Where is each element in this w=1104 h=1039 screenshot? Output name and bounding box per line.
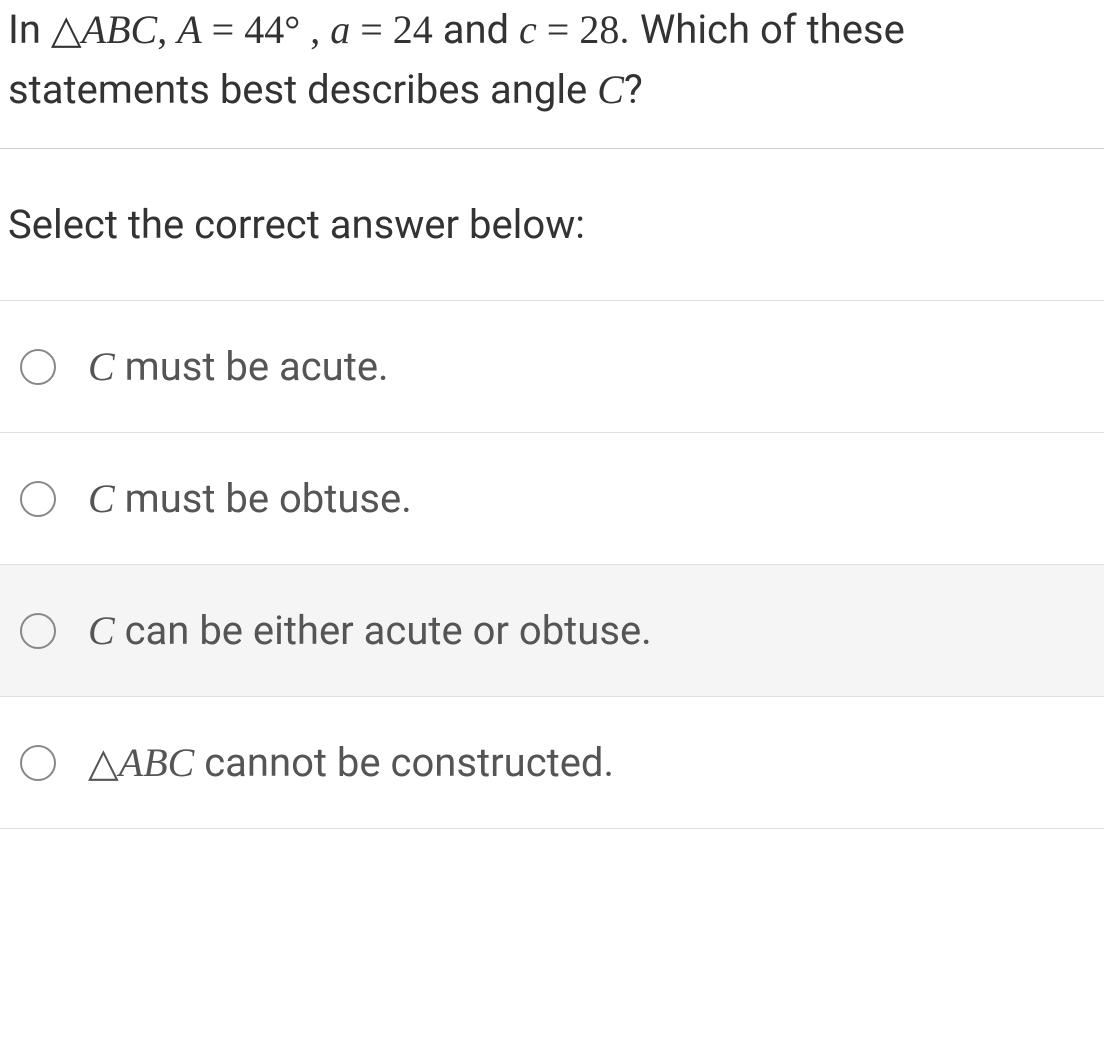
question-section: In △ABC, A = 44° , a = 24 and c = 28. Wh… xyxy=(0,0,1104,149)
radio-icon xyxy=(20,613,56,649)
answer-label: can be either acute or obtuse. xyxy=(115,607,652,654)
answer-text: C can be either acute or obtuse. xyxy=(88,607,652,654)
radio-icon xyxy=(20,745,56,781)
answer-label: must be acute. xyxy=(115,343,389,390)
answer-text: △ABC cannot be constructed. xyxy=(88,739,614,786)
val-A: 44° xyxy=(244,7,300,52)
and: and xyxy=(433,6,519,53)
answer-option-2[interactable]: C must be obtuse. xyxy=(0,433,1104,565)
sep2: , xyxy=(300,7,330,52)
answer-label: cannot be constructed. xyxy=(194,739,614,786)
answer-var: C xyxy=(88,344,115,389)
answer-option-3[interactable]: C can be either acute or obtuse. xyxy=(0,565,1104,697)
eq2: = xyxy=(350,7,393,52)
eq3: = xyxy=(537,7,580,52)
prompt-section: Select the correct answer below: xyxy=(0,149,1104,301)
var-A: A xyxy=(177,7,201,52)
answer-text: C must be obtuse. xyxy=(88,475,412,522)
triangle-symbol: △ xyxy=(88,740,119,785)
prompt-text: Select the correct answer below: xyxy=(8,201,1096,248)
radio-icon xyxy=(20,349,56,385)
answer-var: C xyxy=(88,476,115,521)
radio-icon xyxy=(20,481,56,517)
question-text: In △ABC, A = 44° , a = 24 and c = 28. Wh… xyxy=(8,0,1096,120)
answer-option-4[interactable]: △ABC cannot be constructed. xyxy=(0,697,1104,829)
var-C: C xyxy=(597,67,624,112)
answer-option-1[interactable]: C must be acute. xyxy=(0,301,1104,433)
val-a: 24 xyxy=(393,7,433,52)
answer-text: C must be acute. xyxy=(88,343,389,390)
triangle-name: ABC xyxy=(119,740,195,785)
triangle-name: ABC xyxy=(82,7,158,52)
question-prefix: In xyxy=(8,6,51,53)
qmark: ? xyxy=(624,66,643,113)
var-a: a xyxy=(330,7,350,52)
var-c: c xyxy=(519,7,537,52)
answer-label: must be obtuse. xyxy=(115,475,412,522)
val-c: 28 xyxy=(579,7,619,52)
answer-var: C xyxy=(88,608,115,653)
sep1: , xyxy=(157,7,177,52)
triangle-symbol: △ xyxy=(51,7,82,52)
eq1: = xyxy=(202,7,245,52)
